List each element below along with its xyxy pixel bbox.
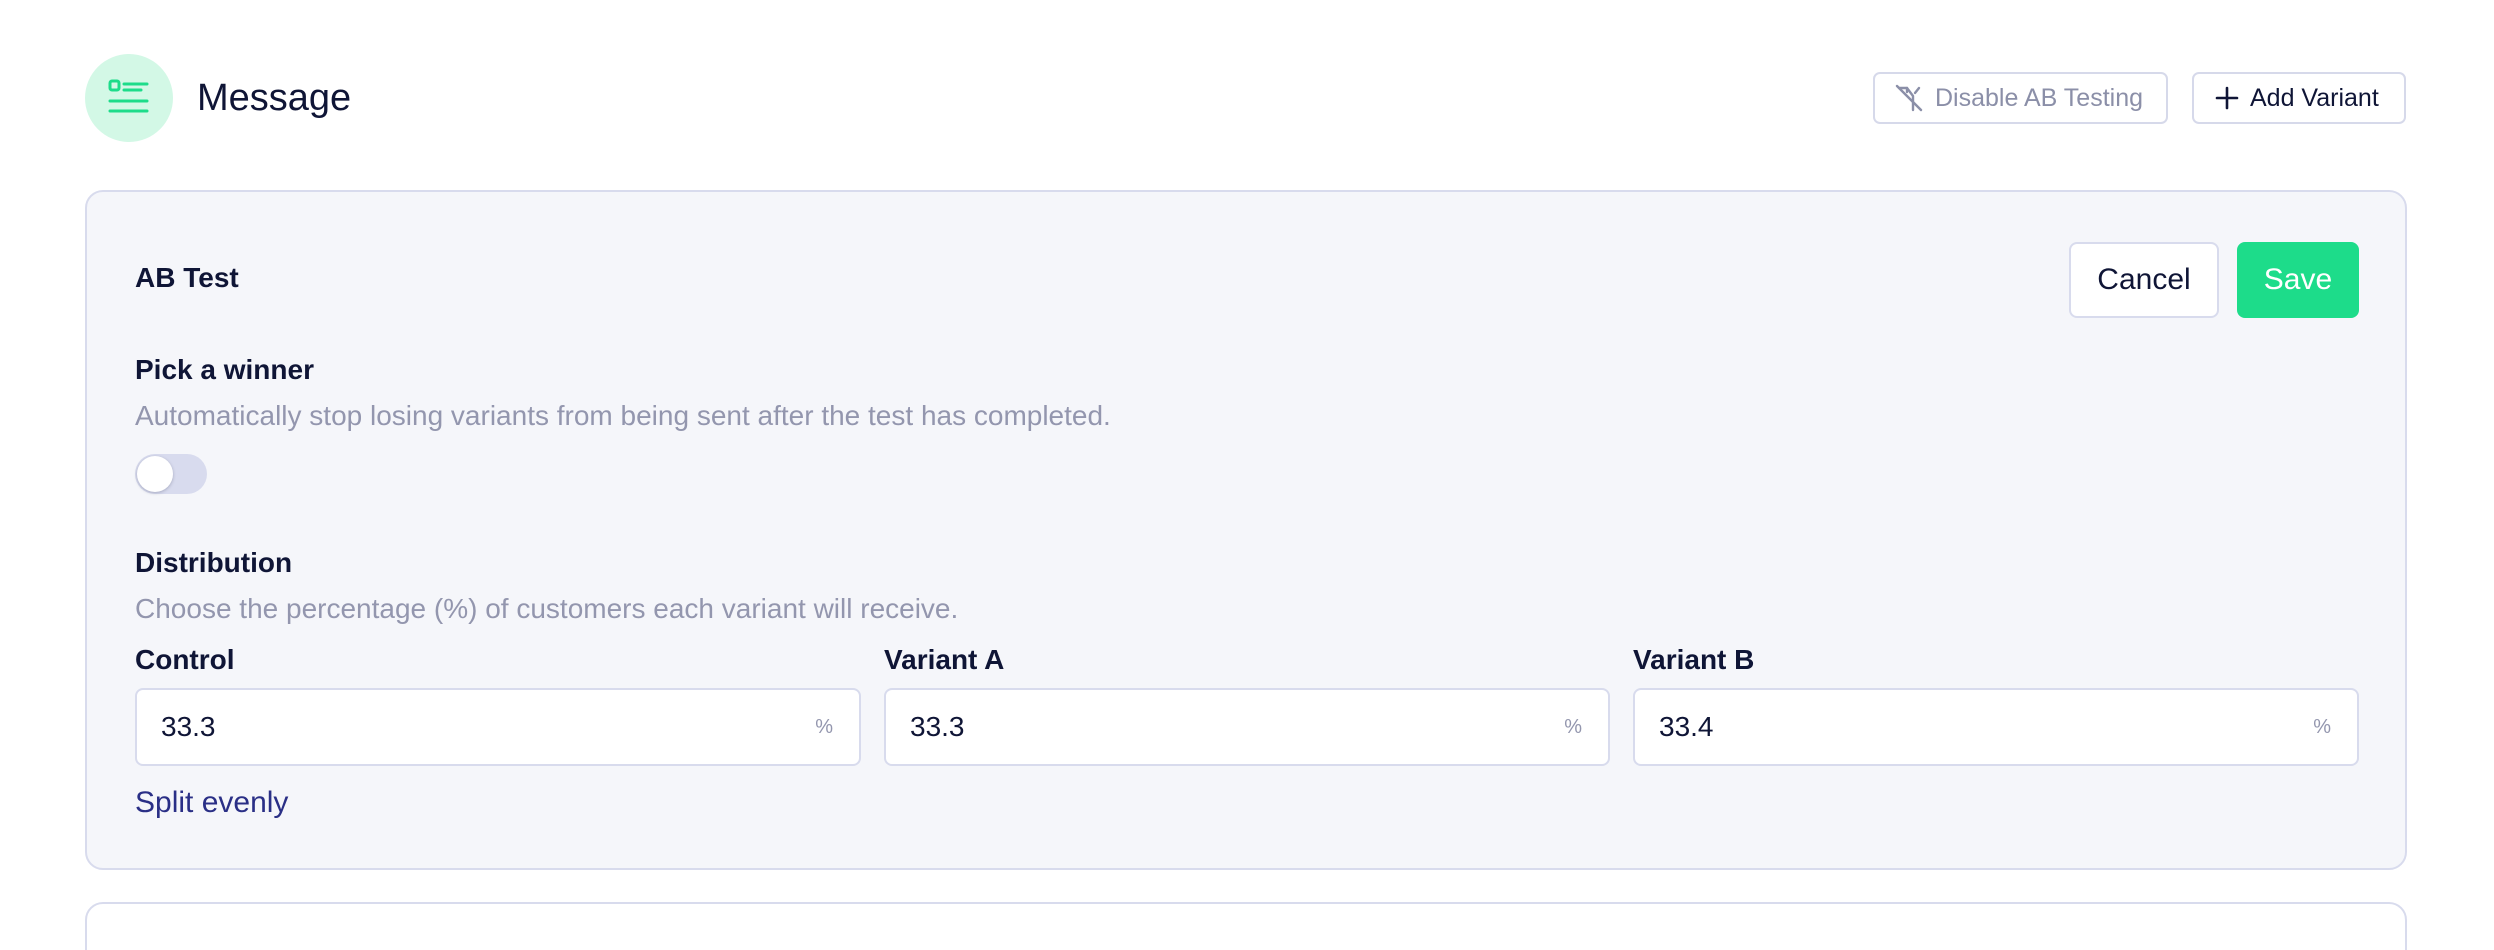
variant-a-field: %: [884, 688, 1610, 766]
cancel-button[interactable]: Cancel: [2069, 242, 2219, 318]
pick-winner-description: Automatically stop losing variants from …: [135, 400, 1111, 431]
distribution-description: Choose the percentage (%) of customers e…: [135, 593, 959, 624]
add-variant-button[interactable]: Add Variant: [2192, 72, 2406, 124]
variant-b-field: %: [1633, 688, 2359, 766]
control-input[interactable]: [137, 690, 859, 764]
control-field: %: [135, 688, 861, 766]
pick-winner-toggle[interactable]: [135, 454, 207, 494]
plus-icon: [2215, 86, 2239, 110]
variant-b-input[interactable]: [1635, 690, 2357, 764]
save-button[interactable]: Save: [2237, 242, 2359, 318]
disable-ab-testing-label: Disable AB Testing: [1935, 83, 2143, 112]
variant-a-label: Variant A: [884, 644, 1005, 675]
page-title: Message: [197, 77, 352, 119]
message-icon-badge: [85, 54, 173, 142]
toggle-knob: [137, 456, 173, 492]
ab-test-card: AB Test Cancel Save Pick a winner Automa…: [85, 190, 2407, 870]
variant-a-input[interactable]: [886, 690, 1608, 764]
variant-b-label: Variant B: [1633, 644, 1755, 675]
control-label: Control: [135, 644, 235, 675]
distribution-label: Distribution: [135, 547, 293, 578]
ab-test-title: AB Test: [135, 262, 239, 293]
disable-ab-testing-button[interactable]: Disable AB Testing: [1873, 72, 2168, 124]
add-variant-label: Add Variant: [2250, 83, 2379, 112]
split-off-icon: [1895, 84, 1923, 112]
next-card: [85, 902, 2407, 950]
list-icon: [108, 79, 149, 113]
split-evenly-link[interactable]: Split evenly: [135, 786, 288, 820]
percent-suffix: %: [1564, 716, 1582, 738]
pick-winner-label: Pick a winner: [135, 354, 314, 385]
percent-suffix: %: [815, 716, 833, 738]
page: Message Disable AB Testing Add Variant A…: [0, 0, 2494, 950]
percent-suffix: %: [2313, 716, 2331, 738]
